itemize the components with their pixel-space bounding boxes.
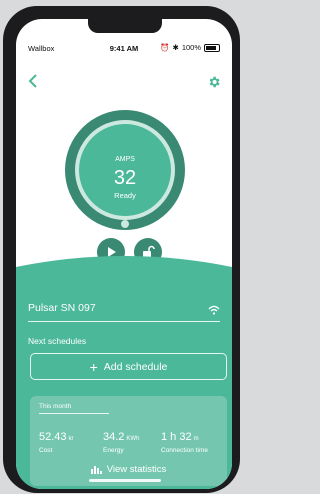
notch [88,19,162,33]
bluetooth-icon: ✱ [172,43,179,52]
wifi-icon [208,302,220,320]
stat-unit: kr [68,436,74,442]
stats-period: This month [39,403,72,410]
stat-cost: 52.43 kr Cost [39,427,74,454]
stat-unit: KWh [126,436,140,442]
status-bar: Wallbox 9:41 AM ⏰ ✱ 100% [16,43,232,57]
dial-amps: 32 [114,167,136,189]
charger-status-dial: AMPS 32 Ready [64,109,186,231]
view-statistics-button[interactable]: View statistics [30,464,227,475]
stat-label: Cost [39,447,53,454]
stat-label: Connection time [161,447,208,454]
screen: Wallbox 9:41 AM ⏰ ✱ 100% AMPS 32 Ready P… [16,19,232,489]
view-statistics-label: View statistics [106,464,167,475]
stat-value: 52.43 [39,431,67,443]
back-icon[interactable] [28,74,42,88]
stats-divider [39,413,109,414]
add-schedule-label: Add schedule [103,360,168,373]
status-right: ⏰ ✱ 100% [160,43,220,52]
alarm-icon: ⏰ [160,43,170,52]
bar-chart-icon [90,466,102,474]
dial-unit: AMPS [115,156,135,163]
statistics-card: This month 52.43 kr Cost 34.2 KWh Energy 1… [30,396,227,486]
stat-connection-time: 1 h 32 m Connection time [161,427,208,454]
device-name: Pulsar SN 097 [28,302,96,314]
add-schedule-button[interactable]: + Add schedule [30,353,227,380]
stat-value: 34.2 [103,431,125,443]
phone-frame: Wallbox 9:41 AM ⏰ ✱ 100% AMPS 32 Ready P… [3,6,240,493]
dial-state: Ready [114,191,136,200]
home-indicator [89,479,161,482]
stat-label: Energy [103,447,124,454]
device-divider [28,321,220,322]
next-schedules-label: Next schedules [28,336,87,346]
stat-value: 1 h 32 [161,431,192,443]
stat-unit: m [193,436,199,442]
battery-icon [204,43,220,52]
gear-icon[interactable] [207,75,221,89]
plus-icon: + [89,358,98,375]
battery-percent: 100% [181,43,201,52]
stat-energy: 34.2 KWh Energy [103,427,139,454]
